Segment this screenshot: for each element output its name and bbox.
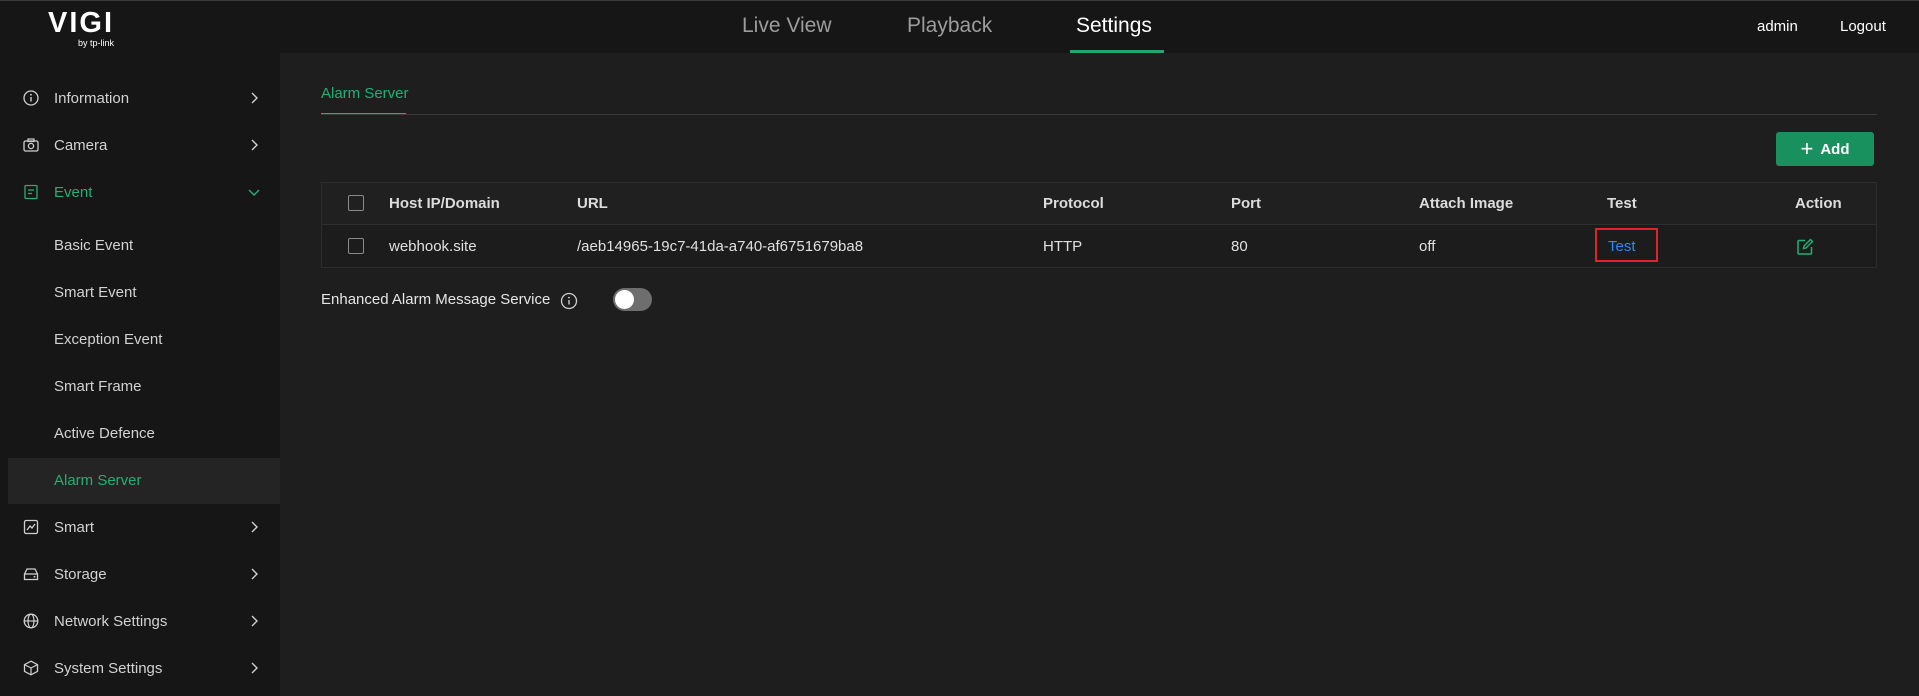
chevron-right-icon [247, 567, 261, 581]
sidebar-subitem-label: Basic Event [54, 237, 134, 254]
edit-icon[interactable] [1796, 238, 1814, 256]
add-button-label: Add [1820, 140, 1850, 158]
column-header-attach-image: Attach Image [1419, 195, 1514, 212]
alarm-server-table: Host IP/Domain URL Protocol Port Attach … [321, 182, 1877, 268]
sidebar-item-smart[interactable]: Smart [0, 504, 280, 550]
chevron-down-icon [247, 185, 261, 199]
sidebar-item-label: Event [54, 183, 93, 201]
column-header-port: Port [1231, 195, 1261, 212]
vigi-logo[interactable]: VIGI by tp-link [48, 8, 128, 50]
chevron-right-icon [247, 661, 261, 675]
chevron-right-icon [247, 614, 261, 628]
sidebar-item-storage[interactable]: Storage [0, 551, 280, 597]
globe-icon [22, 612, 40, 630]
main-content [280, 53, 1919, 696]
column-header-test: Test [1607, 195, 1637, 212]
chevron-right-icon [247, 138, 261, 152]
column-header-action: Action [1795, 195, 1842, 212]
sidebar-subitem-label: Exception Event [54, 331, 163, 348]
storage-icon [22, 565, 40, 583]
logo-subtext: by tp-link [78, 38, 115, 48]
event-doc-icon [22, 183, 40, 201]
add-button[interactable]: + Add [1776, 132, 1874, 166]
tab-settings[interactable]: Settings [1076, 14, 1152, 38]
info-circle-icon [22, 89, 40, 107]
column-header-url: URL [577, 195, 608, 212]
sidebar-subitem-smart-frame[interactable]: Smart Frame [8, 364, 280, 410]
sidebar-item-information[interactable]: Information [0, 75, 280, 121]
select-all-checkbox[interactable] [348, 195, 364, 211]
top-bar: VIGI by tp-link Live View Playback Setti… [0, 0, 1919, 53]
sidebar-subitem-label: Alarm Server [54, 472, 142, 489]
sidebar-item-system-settings[interactable]: System Settings [0, 645, 280, 691]
chart-icon [22, 518, 40, 536]
sidebar-subitem-active-defence[interactable]: Active Defence [8, 411, 280, 457]
table-row: webhook.site /aeb14965-19c7-41da-a740-af… [322, 226, 1876, 267]
sidebar-subitem-alarm-server[interactable]: Alarm Server [8, 458, 280, 504]
column-header-protocol: Protocol [1043, 195, 1104, 212]
logout-link[interactable]: Logout [1840, 18, 1886, 35]
sidebar: Information Camera Event Basic Event Sma… [0, 53, 280, 696]
sidebar-subitem-smart-event[interactable]: Smart Event [8, 270, 280, 316]
sidebar-item-event[interactable]: Event [0, 169, 280, 215]
test-link[interactable]: Test [1608, 238, 1636, 255]
sidebar-subitem-exception-event[interactable]: Exception Event [8, 317, 280, 363]
chevron-right-icon [247, 91, 261, 105]
plus-icon: + [1800, 136, 1814, 161]
tab-alarm-server[interactable]: Alarm Server [321, 85, 409, 102]
sidebar-item-label: Storage [54, 565, 107, 583]
column-header-host: Host IP/Domain [389, 195, 500, 212]
cell-url: /aeb14965-19c7-41da-a740-af6751679ba8 [577, 238, 864, 255]
enhanced-alarm-toggle[interactable] [613, 288, 652, 311]
cell-attach-image: off [1419, 238, 1436, 255]
toggle-knob [615, 290, 634, 309]
tab-live-view[interactable]: Live View [742, 14, 832, 38]
cell-host: webhook.site [389, 238, 477, 255]
sidebar-item-label: System Settings [54, 659, 163, 677]
info-circle-icon[interactable] [560, 292, 578, 310]
sidebar-item-network-settings[interactable]: Network Settings [0, 598, 280, 644]
logo-text: VIGI [48, 7, 115, 39]
sidebar-item-label: Information [54, 89, 130, 107]
sidebar-subitem-basic-event[interactable]: Basic Event [8, 223, 280, 269]
enhanced-alarm-label: Enhanced Alarm Message Service [321, 291, 551, 308]
cell-port: 80 [1231, 238, 1248, 255]
sidebar-subitem-label: Smart Event [54, 284, 137, 301]
sidebar-item-label: Network Settings [54, 612, 168, 630]
tab-divider [321, 114, 1877, 115]
sidebar-subitem-label: Active Defence [54, 425, 155, 442]
user-name[interactable]: admin [1757, 18, 1798, 35]
sidebar-item-camera[interactable]: Camera [0, 122, 280, 168]
cube-icon [22, 659, 40, 677]
cell-protocol: HTTP [1043, 238, 1083, 255]
row-checkbox[interactable] [348, 238, 364, 254]
sidebar-item-label: Camera [54, 136, 108, 154]
sidebar-subitem-label: Smart Frame [54, 378, 142, 395]
chevron-right-icon [247, 520, 261, 534]
table-header: Host IP/Domain URL Protocol Port Attach … [322, 183, 1876, 225]
sidebar-item-label: Smart [54, 518, 95, 536]
tab-playback[interactable]: Playback [907, 14, 992, 38]
camera-icon [22, 136, 40, 154]
